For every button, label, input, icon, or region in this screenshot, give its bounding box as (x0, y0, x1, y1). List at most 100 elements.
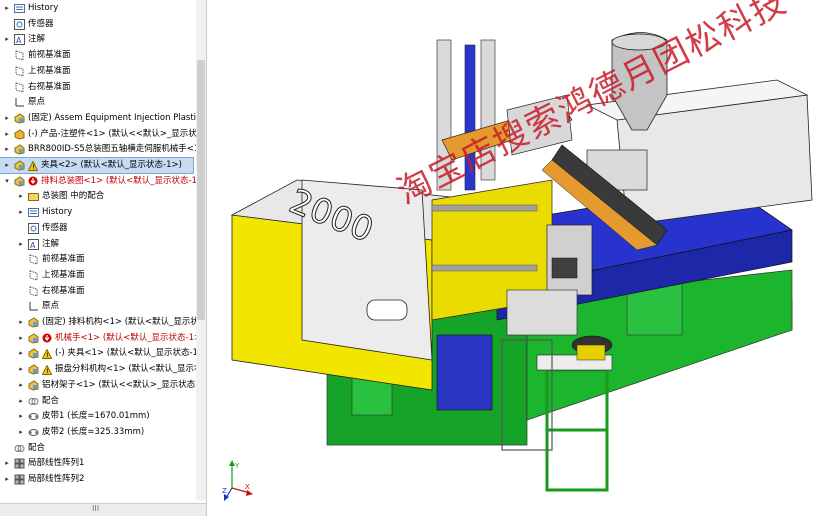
origin-icon (14, 97, 25, 108)
tree-item[interactable]: 原点 (3, 95, 45, 110)
svg-text:A: A (16, 36, 22, 45)
warning-icon: ! (41, 363, 53, 375)
expand-toggle-icon[interactable]: ▸ (17, 409, 25, 424)
rebuild-error-icon (42, 333, 52, 343)
mate-folder-icon (28, 191, 39, 202)
expand-toggle-icon[interactable]: ▸ (3, 127, 11, 142)
tree-item[interactable]: ▸ 配合 (17, 394, 59, 409)
tree-item[interactable]: 前视基准面 (17, 252, 85, 267)
tree-item-label: 右视基准面 (42, 285, 85, 296)
sorting-frame (506, 289, 578, 336)
expand-toggle-icon[interactable]: ▸ (17, 205, 25, 220)
mate-icon (28, 396, 39, 407)
tree-item-label: 前视基准面 (28, 50, 71, 61)
expand-toggle-icon[interactable]: ▸ (3, 111, 11, 126)
expand-toggle-icon[interactable]: ▸ (3, 456, 11, 471)
expand-toggle-icon[interactable]: ▸ (17, 346, 25, 361)
tree-item[interactable]: ▸! 振盘分料机构<1> (默认<默认_显示状 (17, 362, 203, 377)
tree-item-label: 注解 (28, 34, 46, 45)
part-icon (14, 128, 25, 140)
plane-icon (28, 285, 39, 297)
expand-toggle-icon[interactable]: ▸ (17, 315, 25, 330)
tree-item[interactable]: 右视基准面 (3, 80, 71, 95)
warning-icon: ! (41, 348, 53, 359)
expand-toggle-icon[interactable]: ▸ (3, 158, 11, 173)
expand-toggle-icon[interactable]: ▸ (17, 189, 25, 204)
tree-item[interactable]: ▾ 排料总装图<1> (默认<默认_显示状态-1> (3, 174, 204, 189)
tree-item[interactable]: ▸! (-) 夹具<1> (默认<默认_显示状态-1> (17, 346, 205, 361)
tree-vertical-scrollbar[interactable] (196, 0, 206, 500)
tree-item[interactable]: ▸! 夹具<2> (默认<默认_显示状态-1>) (0, 157, 194, 174)
tree-item[interactable]: ▸ 皮带1 (长度=1670.01mm) (17, 409, 150, 424)
tree-item[interactable]: ▸ (固定) Assem Equipment Injection Plastic<… (3, 111, 207, 126)
tree-item[interactable]: 传感器 (17, 221, 68, 236)
tree-item[interactable]: 上视基准面 (17, 268, 85, 283)
tree-item[interactable]: 原点 (17, 299, 59, 314)
tree-item[interactable]: ▸ 局部线性阵列1 (3, 456, 84, 471)
tree-item-label: (固定) Assem Equipment Injection Plastic<1 (28, 112, 207, 123)
tree-item[interactable]: 上视基准面 (3, 64, 71, 79)
tree-item[interactable]: ▸ 局部线性阵列2 (3, 472, 84, 487)
pattern-icon (14, 458, 25, 469)
expand-toggle-icon[interactable]: ▸ (17, 331, 25, 346)
svg-text:A: A (30, 241, 36, 250)
tree-item-label: History (42, 207, 73, 218)
triad-z-label: Z (222, 487, 227, 495)
rebuild-error-icon (28, 176, 38, 186)
tree-item-label: 机械手<1> (默认<默认_显示状态-1> (55, 332, 202, 343)
expand-toggle-icon[interactable]: ▸ (17, 237, 25, 252)
tree-item[interactable]: ▸ History (3, 1, 58, 16)
expand-toggle-icon[interactable]: ▸ (17, 425, 25, 440)
tree-item[interactable]: ▸ A 注解 (3, 32, 45, 47)
expand-toggle-icon[interactable]: ▸ (3, 1, 11, 16)
plane-icon (14, 66, 25, 77)
coordinate-triad-icon: Y X Z (222, 460, 253, 501)
plane-icon (28, 270, 39, 281)
tree-item[interactable]: ▸ 皮带2 (长度=325.33mm) (17, 425, 144, 440)
tree-item-label: 局部线性阵列1 (28, 458, 85, 469)
front-panel-blue (436, 334, 493, 411)
tree-item[interactable]: ▸ A 注解 (17, 237, 59, 252)
tree-item[interactable]: 配合 (3, 441, 45, 456)
tree-item[interactable]: ▸ 总装图 中的配合 (17, 189, 104, 204)
tree-item-label: 排料总装图<1> (默认<默认_显示状态-1> (41, 175, 205, 186)
tree-item-label: 前视基准面 (42, 254, 85, 265)
svg-text:!: ! (32, 163, 35, 171)
expand-toggle-icon[interactable]: ▸ (17, 362, 25, 377)
expand-toggle-icon[interactable]: ▸ (17, 394, 25, 409)
plane-icon (14, 81, 25, 93)
tree-item[interactable]: 前视基准面 (3, 48, 71, 63)
scrollbar-thumb[interactable] (197, 60, 205, 320)
tree-item[interactable]: ▸ 铝材架子<1> (默认<<默认>_显示状态1 (17, 378, 201, 393)
graphics-viewport[interactable]: 2000 淘宝店搜索鸿德月团松科技 (207, 0, 820, 516)
tree-item-label: 皮带2 (长度=325.33mm) (42, 426, 145, 437)
expand-toggle-icon[interactable]: ▸ (17, 378, 25, 393)
tree-item[interactable]: ▸ (固定) 排料机构<1> (默认<默认_显示状态 (17, 315, 206, 330)
tree-item[interactable]: 传感器 (3, 17, 54, 32)
mate-icon (14, 443, 25, 454)
tree-item-label: 皮带1 (长度=1670.01mm) (42, 411, 150, 422)
assembly-icon (28, 380, 39, 391)
tree-item-label: 铝材架子<1> (默认<<默认>_显示状态1 (42, 379, 201, 390)
tree-item[interactable]: ▸ BRR800ID-S5总装图五轴横走伺服机械手<1> (3, 142, 206, 157)
injection-machine-model[interactable]: 2000 (207, 0, 820, 516)
feature-manager-tree[interactable]: ▸ History 传感器 ▸ A 注解 前视基准面 上视基准面 右视基准面 原点 ▸ (固定) As… (0, 0, 207, 516)
tree-item-label: 配合 (42, 395, 60, 406)
tree-horizontal-scrollbar[interactable]: III (0, 503, 206, 516)
svg-text:!: ! (46, 367, 49, 375)
tree-item-label: (-) 夹具<1> (默认<默认_显示状态-1> (55, 348, 206, 359)
expand-toggle-icon[interactable]: ▸ (3, 32, 11, 47)
tree-item[interactable]: ▸ 机械手<1> (默认<默认_显示状态-1> (17, 331, 201, 346)
tree-item[interactable]: ▸ (-) 产品-注塑件<1> (默认<<默认>_显示状态 (3, 127, 205, 142)
triad-y-label: Y (234, 462, 240, 470)
assembly-warning-icon (14, 160, 25, 171)
expand-toggle-icon[interactable]: ▾ (3, 174, 11, 189)
tree-item-label: 夹具<2> (默认<默认_显示状态-1>) (41, 160, 182, 170)
tree-item-label: 原点 (28, 97, 46, 108)
tree-item[interactable]: 右视基准面 (17, 284, 85, 299)
tree-item-label: 配合 (28, 442, 46, 453)
expand-toggle-icon[interactable]: ▸ (3, 472, 11, 487)
expand-toggle-icon[interactable]: ▸ (3, 142, 11, 157)
tree-item[interactable]: ▸ History (17, 205, 72, 220)
assembly-error-icon (28, 333, 39, 344)
